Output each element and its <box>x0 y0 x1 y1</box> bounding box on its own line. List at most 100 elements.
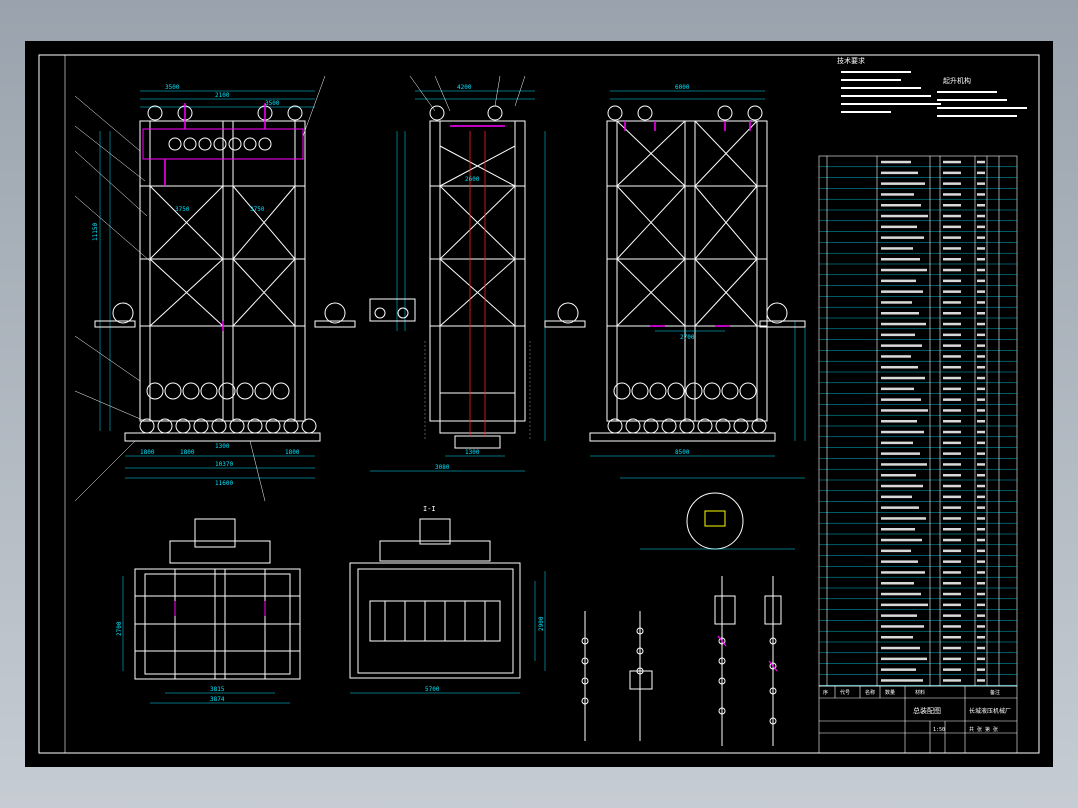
parts-list-cell-mark <box>881 463 927 466</box>
parts-list-cell-mark <box>881 571 925 574</box>
company-name: 长城液压机械厂 <box>969 707 1011 715</box>
parts-list-cell-mark <box>943 560 961 563</box>
rear-dim-bottom: 8500 <box>675 449 690 456</box>
front-dim-overall: 10370 <box>215 461 233 468</box>
parts-list-cell-mark <box>977 409 985 412</box>
plan-right-width: 5700 <box>425 686 440 693</box>
side-view-labels: 4200 2600 3080 1300 <box>435 84 480 471</box>
parts-list-cell-mark <box>943 333 961 337</box>
parts-list-cell-mark <box>881 322 926 326</box>
parts-list-cell-mark <box>977 614 985 617</box>
parts-list-cell-mark <box>977 279 985 283</box>
plan-left-depth: 2700 <box>116 621 123 636</box>
section-label: I-I <box>423 505 436 513</box>
parts-list-cell-mark <box>943 549 961 553</box>
drawing-name: 总装配图 <box>913 706 941 715</box>
front-dim-overall-2: 11600 <box>215 480 233 487</box>
parts-list-cell-mark <box>881 376 925 380</box>
front-view <box>74 75 356 502</box>
parts-list-cell-mark <box>881 614 917 617</box>
cad-drawing-canvas: 3500 2100 3500 3750 3750 1800 1800 1300 … <box>25 41 1053 767</box>
title-head-qty: 数量 <box>885 689 895 696</box>
front-dim-top-b: 2100 <box>215 92 230 99</box>
parts-list-cell-mark <box>977 430 985 434</box>
parts-list-cell-mark <box>943 171 961 175</box>
parts-list-cell-mark <box>977 171 985 175</box>
parts-list-cell-mark <box>977 290 985 293</box>
title-head-seq: 序 <box>823 689 828 696</box>
parts-list-cell-mark <box>881 301 912 304</box>
parts-list-cell-mark <box>977 193 985 196</box>
rear-dim-mid: 2700 <box>680 334 695 341</box>
parts-list-cell-mark <box>943 366 961 369</box>
parts-list-cell-mark <box>977 398 985 401</box>
parts-list-cell-mark <box>977 603 985 607</box>
parts-list-cell-mark <box>943 657 961 661</box>
parts-list-cell-mark <box>943 420 961 423</box>
parts-list-cell-mark <box>881 225 917 229</box>
parts-list-cell-mark <box>977 268 985 272</box>
front-dim-top-c: 3500 <box>265 100 280 107</box>
parts-list-cell-mark <box>943 603 961 607</box>
plan-left-width: 3874 <box>210 696 225 703</box>
parts-list-cell-mark <box>977 344 985 347</box>
parts-list-cell-mark <box>943 236 961 239</box>
parts-list-cell-mark <box>943 679 961 682</box>
plan-view-left <box>122 518 301 704</box>
parts-list-cell-mark <box>977 247 985 250</box>
front-dim-height: 11150 <box>92 223 99 241</box>
title-block <box>818 685 1018 754</box>
title-head-code: 代号 <box>840 689 850 696</box>
parts-list-cell-mark <box>881 398 921 401</box>
parts-list-cell-mark <box>977 301 985 304</box>
side-dim-top: 4200 <box>457 84 472 91</box>
parts-list-cell-mark <box>943 258 961 261</box>
parts-list-cell-mark <box>881 603 928 607</box>
parts-list-cell-mark <box>943 506 961 509</box>
parts-list-cell-mark <box>881 204 921 207</box>
parts-list-cell-mark <box>943 495 961 499</box>
parts-list-cell-mark <box>881 657 927 661</box>
notes-title: 技术要求 <box>837 56 865 65</box>
parts-list-cell-mark <box>881 160 911 164</box>
parts-list-cell-mark <box>977 506 985 509</box>
parts-list-cell-mark <box>943 646 961 650</box>
parts-list-cell-mark <box>943 290 961 293</box>
front-dim-bot-c: 1800 <box>285 449 300 456</box>
parts-list-cell-mark <box>943 582 961 585</box>
parts-list-cell-mark <box>943 430 961 434</box>
parts-list-cell-mark <box>943 441 961 445</box>
title-head-note: 备注 <box>990 689 1000 696</box>
parts-list-cell-mark <box>881 409 928 412</box>
parts-list-cell-mark <box>977 517 985 520</box>
side-dim-base: 1300 <box>465 449 480 456</box>
parts-list-cell-mark <box>943 636 961 639</box>
side-dim-bottom: 3080 <box>435 464 450 471</box>
assembly-drawing: 3500 2100 3500 3750 3750 1800 1800 1300 … <box>38 54 1040 754</box>
front-dim-mid-b: 3750 <box>250 206 265 213</box>
parts-list-cell-mark <box>977 312 985 315</box>
parts-list-cell-mark <box>943 614 961 617</box>
front-dim-bot-a: 1800 <box>140 449 155 456</box>
parts-list-cell-mark <box>977 225 985 229</box>
parts-list-cell-mark <box>977 474 985 477</box>
front-dim-bot-center: 1300 <box>215 443 230 450</box>
parts-list-cell-mark <box>881 506 919 509</box>
parts-list-cell-mark <box>977 463 985 466</box>
parts-list-cell-mark <box>881 679 923 682</box>
parts-list-cell-mark <box>881 387 914 391</box>
parts-list-cell-mark <box>977 560 985 563</box>
parts-list-cell-mark <box>977 258 985 261</box>
parts-list-cell-mark <box>977 571 985 574</box>
parts-list-cell-mark <box>881 333 915 337</box>
parts-list-cell-mark <box>977 160 985 164</box>
parts-list-cell-mark <box>881 279 916 283</box>
parts-list-cell-mark <box>881 636 913 639</box>
parts-list-cell-mark <box>943 322 961 326</box>
front-dim-top-a: 3500 <box>165 84 180 91</box>
parts-list-cell-mark <box>881 538 922 542</box>
parts-list-cell-mark <box>881 560 918 563</box>
parts-list-cell-mark <box>943 160 961 164</box>
parts-list-cell-mark <box>881 182 925 185</box>
parts-list-cell-mark <box>943 312 961 315</box>
